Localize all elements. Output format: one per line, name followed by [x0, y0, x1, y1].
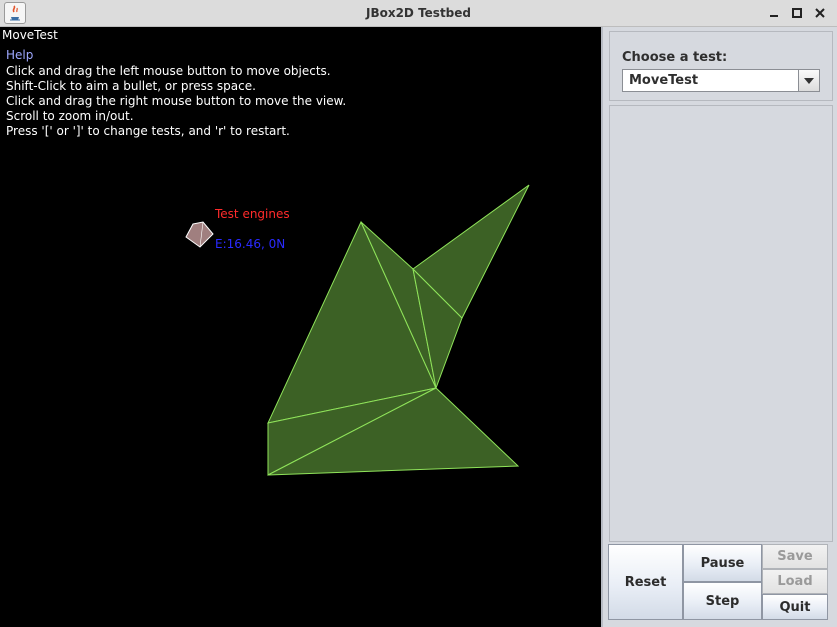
compound-shape[interactable]: [267, 184, 530, 476]
help-line: Click and drag the right mouse button to…: [6, 94, 347, 108]
help-line: Press '[' or ']' to change tests, and 'r…: [6, 124, 290, 138]
title-bar: JBox2D Testbed: [0, 0, 837, 27]
test-chooser-panel: Choose a test: MoveTest: [609, 31, 833, 101]
current-test-name: MoveTest: [2, 28, 58, 42]
choose-test-label: Choose a test:: [622, 50, 728, 65]
help-line: Click and drag the left mouse button to …: [6, 64, 331, 78]
help-title: Help: [6, 48, 34, 62]
minimize-icon[interactable]: [765, 4, 783, 22]
control-sidebar: Choose a test: MoveTest Reset Pause Step…: [601, 27, 837, 627]
simulation-canvas[interactable]: MoveTest Help Click and drag the left mo…: [0, 27, 601, 627]
chevron-down-icon[interactable]: [798, 70, 819, 91]
engines-label: Test engines: [215, 207, 290, 221]
maximize-icon[interactable]: [788, 4, 806, 22]
window-title: JBox2D Testbed: [365, 6, 471, 20]
load-button[interactable]: Load: [762, 569, 828, 594]
quit-button[interactable]: Quit: [762, 594, 828, 620]
test-select[interactable]: MoveTest: [622, 69, 820, 92]
selected-test: MoveTest: [629, 73, 699, 88]
help-line: Shift-Click to aim a bullet, or press sp…: [6, 79, 256, 93]
energy-readout: E:16.46, 0N: [215, 237, 286, 251]
test-settings-panel: [609, 105, 833, 542]
help-line: Scroll to zoom in/out.: [6, 109, 134, 123]
step-button[interactable]: Step: [683, 582, 762, 620]
close-icon[interactable]: [811, 4, 829, 22]
save-button[interactable]: Save: [762, 544, 828, 569]
reset-button[interactable]: Reset: [608, 544, 683, 620]
pause-button[interactable]: Pause: [683, 544, 762, 582]
small-box[interactable]: [185, 221, 214, 248]
